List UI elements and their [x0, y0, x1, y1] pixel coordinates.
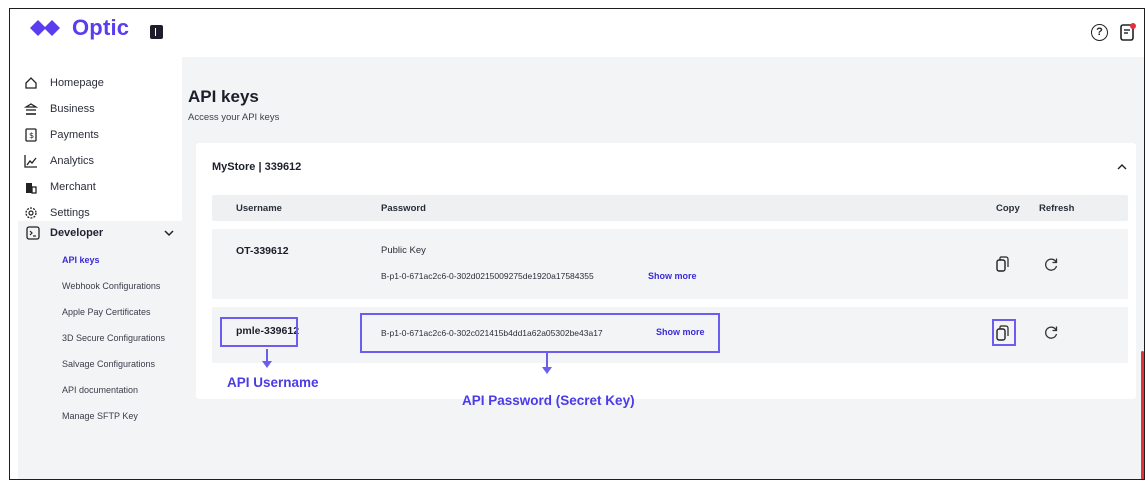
home-icon	[25, 77, 37, 89]
main-content: API keys Access your API keys MyStore | …	[182, 57, 1144, 479]
sidebar-item-merchant[interactable]: Merchant	[24, 177, 96, 197]
api-username-annotation: API Username	[227, 375, 319, 390]
copy-icon[interactable]	[996, 256, 1009, 272]
chevron-down-icon[interactable]	[164, 228, 174, 238]
sidebar-item-homepage[interactable]: Homepage	[24, 73, 104, 93]
sidebar-subitem-webhook-configurations[interactable]: Webhook Configurations	[62, 281, 160, 291]
scrollbar-thumb[interactable]	[1141, 351, 1144, 479]
sidebar-subitem-manage-sftp-key[interactable]: Manage SFTP Key	[62, 411, 138, 421]
sidebar-item-settings[interactable]: Settings	[24, 203, 90, 223]
sidebar-subitem-api-keys[interactable]: API keys	[62, 255, 100, 265]
sidebar-collapse-icon[interactable]	[150, 25, 163, 39]
refresh-icon[interactable]	[1044, 257, 1059, 272]
username-value: OT-339612	[236, 245, 289, 257]
sidebar-item-label: Payments	[50, 129, 99, 141]
store-title: MyStore | 339612	[212, 161, 302, 173]
show-more-link[interactable]: Show more	[648, 271, 697, 281]
optic-logo-icon	[30, 20, 60, 36]
brand-name: Optic	[72, 15, 130, 40]
sidebar-subitem-api-documentation[interactable]: API documentation	[62, 385, 138, 395]
sidebar-item-label: Business	[50, 103, 95, 115]
developer-section: Developer API keys Webhook Configuration…	[18, 221, 182, 479]
payments-icon: $	[25, 128, 37, 142]
username-highlight-box	[220, 317, 298, 347]
chevron-up-icon[interactable]	[1116, 161, 1128, 173]
sidebar: Homepage Business $ Payments Analytics M…	[10, 57, 182, 479]
sidebar-item-label: Merchant	[50, 181, 96, 193]
merchant-icon	[26, 183, 37, 194]
top-bar: Optic ?	[10, 9, 1144, 57]
password-value: B-p1-0-671ac2c6-0-302d0215009275de1920a1…	[381, 271, 594, 281]
gear-icon	[25, 207, 37, 219]
refresh-icon[interactable]	[1044, 325, 1059, 340]
help-icon[interactable]: ?	[1091, 24, 1108, 41]
sidebar-subitem-apple-pay-certificates[interactable]: Apple Pay Certificates	[62, 307, 151, 317]
bank-icon	[24, 103, 38, 115]
page-title: API keys	[188, 87, 259, 106]
copy-highlight-box	[992, 319, 1016, 346]
sidebar-item-label: Settings	[50, 207, 90, 219]
analytics-icon	[24, 155, 37, 168]
table-row: pmle-339612 B-p1-0-671ac2c6-0-302c021415…	[212, 307, 1128, 374]
column-header-refresh: Refresh	[1039, 203, 1075, 214]
sidebar-subitem-3d-secure-configurations[interactable]: 3D Secure Configurations	[62, 333, 165, 343]
sidebar-item-business[interactable]: Business	[24, 99, 95, 119]
sidebar-item-payments[interactable]: $ Payments	[24, 125, 99, 145]
sidebar-subitem-salvage-configurations[interactable]: Salvage Configurations	[62, 359, 155, 369]
column-header-username: Username	[236, 203, 282, 214]
sidebar-item-developer[interactable]: Developer	[26, 221, 174, 245]
column-header-copy: Copy	[996, 203, 1020, 214]
password-highlight-box	[360, 313, 720, 353]
username-arrow	[262, 349, 272, 368]
notification-icon[interactable]	[1120, 23, 1136, 42]
column-header-password: Password	[381, 203, 426, 214]
api-password-annotation: API Password (Secret Key)	[462, 393, 635, 408]
terminal-icon	[26, 226, 40, 240]
table-row: OT-339612 Public Key B-p1-0-671ac2c6-0-3…	[212, 229, 1128, 299]
sidebar-item-label: Analytics	[50, 155, 95, 167]
brand-logo[interactable]: Optic	[30, 15, 129, 41]
page-subtitle: Access your API keys	[188, 112, 280, 123]
sidebar-item-analytics[interactable]: Analytics	[24, 151, 94, 171]
table-header: Username Password Copy Refresh	[212, 195, 1128, 221]
password-label: Public Key	[381, 245, 426, 256]
password-arrow	[542, 353, 552, 374]
sidebar-item-label: Developer	[50, 227, 104, 239]
app-window: Optic ? Homepage Business $ Payments Ana…	[9, 8, 1145, 480]
store-card: MyStore | 339612 Username Password Copy …	[196, 143, 1136, 408]
svg-text:$: $	[29, 131, 34, 140]
sidebar-item-label: Homepage	[50, 77, 104, 89]
